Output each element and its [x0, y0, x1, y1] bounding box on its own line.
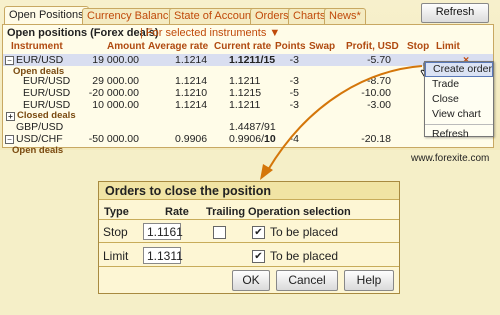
- menu-item-trade[interactable]: Trade: [425, 77, 493, 92]
- header-rate: Rate: [165, 206, 189, 218]
- col-current-rate[interactable]: Current rate: [214, 41, 271, 52]
- col-amount[interactable]: Amount: [107, 41, 145, 52]
- col-profit[interactable]: Profit, USD: [346, 41, 399, 52]
- cell-instrument: EUR/USD: [16, 54, 64, 66]
- stop-placed-label: To be placed: [270, 225, 339, 239]
- cell-average-rate: 0.9906: [175, 133, 208, 145]
- cell-amount: -50 000.00: [88, 133, 139, 145]
- cell-amount: -20 000.00: [88, 87, 139, 99]
- dialog-title: Orders to close the position: [99, 182, 399, 200]
- header-operation-selection: Operation selection: [248, 206, 351, 218]
- help-button[interactable]: Help: [344, 270, 394, 291]
- cancel-button[interactable]: Cancel: [276, 270, 338, 291]
- stop-label: Stop: [103, 225, 128, 239]
- open-deals-text: Open deals: [12, 145, 64, 156]
- col-points[interactable]: Points: [275, 41, 306, 52]
- collapse-icon[interactable]: −: [5, 56, 14, 65]
- tab-state-of-account[interactable]: State of Account: [169, 8, 260, 24]
- cell-amount: 19 000.00: [92, 54, 139, 66]
- menu-item-close[interactable]: Close: [425, 92, 493, 107]
- cell-average-rate: 1.1210: [175, 87, 208, 99]
- stop-placed-checkbox[interactable]: ✔: [252, 226, 265, 239]
- grid-line: [99, 266, 399, 267]
- table-header: Instrument Amount Average rate Current r…: [3, 41, 493, 54]
- cell-average-rate: 1.1214: [175, 75, 208, 87]
- brand-text: www.forexite.com: [411, 153, 490, 164]
- grid-line: [99, 219, 399, 220]
- cell-instrument: EUR/USD: [23, 75, 71, 87]
- stop-trailing-checkbox[interactable]: [213, 226, 226, 239]
- tab-open-positions[interactable]: Open Positions: [4, 6, 89, 25]
- menu-item-create-order[interactable]: Create order: [425, 62, 493, 77]
- grid-line: [99, 242, 399, 243]
- cell-instrument: GBP/USD: [16, 121, 64, 133]
- refresh-button[interactable]: Refresh: [421, 3, 489, 23]
- panel-title: Open positions (Forex deals): [7, 27, 159, 39]
- limit-placed-checkbox[interactable]: ✔: [252, 250, 265, 263]
- annotation-arrow: [260, 65, 423, 180]
- cell-instrument: USD/CHF: [16, 133, 63, 145]
- stop-rate-input[interactable]: 1.1161: [143, 223, 183, 240]
- cell-average-rate: 1.1214: [175, 54, 208, 66]
- menu-item-view-chart[interactable]: View chart: [425, 107, 493, 122]
- col-limit[interactable]: Limit: [436, 41, 460, 52]
- col-average-rate[interactable]: Average rate: [148, 41, 208, 52]
- limit-placed-label: To be placed: [270, 249, 339, 263]
- col-stop[interactable]: Stop: [407, 41, 429, 52]
- header-trailing: Trailing: [206, 206, 246, 218]
- collapse-icon[interactable]: −: [5, 135, 14, 144]
- context-menu: Create order Trade Close View chart Refr…: [424, 61, 494, 140]
- expand-icon[interactable]: +: [6, 112, 15, 121]
- limit-rate-input[interactable]: 1.1311: [143, 247, 183, 264]
- col-swap[interactable]: Swap: [309, 41, 335, 52]
- tab-news[interactable]: News*: [324, 8, 366, 24]
- instrument-filter[interactable]: | For selected instruments ▼: [140, 27, 280, 39]
- menu-separator: [425, 124, 493, 125]
- cell-instrument: EUR/USD: [23, 87, 71, 99]
- cell-amount: 29 000.00: [92, 75, 139, 87]
- ok-button[interactable]: OK: [232, 270, 270, 291]
- limit-label: Limit: [103, 249, 129, 263]
- menu-item-refresh[interactable]: Refresh: [425, 127, 493, 142]
- close-position-dialog: Orders to close the position Type Rate T…: [98, 181, 400, 294]
- col-instrument[interactable]: Instrument: [11, 41, 63, 52]
- header-type: Type: [104, 206, 129, 218]
